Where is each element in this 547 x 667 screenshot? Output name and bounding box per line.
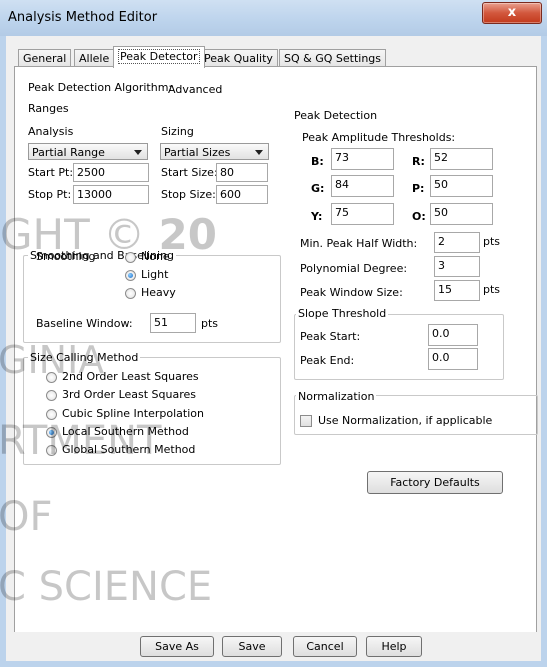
analysis-label: Analysis xyxy=(28,125,74,138)
threshold-b-field[interactable]: 73 xyxy=(331,148,394,170)
peak-start-label: Peak Start: xyxy=(300,330,361,343)
analysis-range-value: Partial Range xyxy=(32,146,105,159)
peak-end-label: Peak End: xyxy=(300,354,355,367)
watermark-line-2: GINIA xyxy=(0,338,105,382)
sizing-value: Partial Sizes xyxy=(164,146,231,159)
size-calling-3rd-order-radio[interactable] xyxy=(46,390,57,401)
baseline-window-unit: pts xyxy=(201,317,219,330)
threshold-o-field[interactable]: 50 xyxy=(430,203,493,225)
save-as-button[interactable]: Save As xyxy=(140,636,214,657)
window-size-label: Peak Window Size: xyxy=(300,286,403,299)
peak-start-field[interactable]: 0.0 xyxy=(428,324,478,346)
watermark-line-4: OF xyxy=(0,494,53,540)
tab-label: General xyxy=(23,52,67,65)
threshold-r-label: R: xyxy=(412,155,425,168)
min-half-width-field[interactable]: 2 xyxy=(434,232,480,253)
tab-peak-quality[interactable]: Peak Quality xyxy=(199,49,278,67)
tab-label: Peak Quality xyxy=(204,52,273,65)
baseline-window-field[interactable]: 51 xyxy=(150,313,196,333)
smoothing-light-radio[interactable] xyxy=(125,270,136,281)
start-pt-label: Start Pt: xyxy=(28,166,74,179)
min-half-width-unit: pts xyxy=(483,235,501,248)
size-calling-3rd-order-label: 3rd Order Least Squares xyxy=(62,388,197,401)
watermark-bold-text: 20 xyxy=(158,210,217,259)
factory-defaults-button[interactable]: Factory Defaults xyxy=(367,471,503,494)
ranges-label: Ranges xyxy=(28,102,69,115)
tab-allele[interactable]: Allele xyxy=(74,49,115,67)
stop-size-field[interactable]: 600 xyxy=(216,185,268,204)
tab-label: Peak Detector xyxy=(118,49,200,64)
threshold-g-field[interactable]: 84 xyxy=(331,175,394,197)
chevron-down-icon xyxy=(134,150,142,155)
watermark-line-1: GHT © 20 xyxy=(0,210,217,259)
peak-end-field[interactable]: 0.0 xyxy=(428,348,478,370)
normalization-checkbox[interactable] xyxy=(300,415,312,427)
cancel-button[interactable]: Cancel xyxy=(293,636,357,657)
window-size-field[interactable]: 15 xyxy=(434,280,480,301)
smoothing-light-label: Light xyxy=(141,268,169,281)
start-pt-field[interactable]: 2500 xyxy=(73,163,149,182)
window-frame-right xyxy=(541,36,547,667)
poly-degree-field[interactable]: 3 xyxy=(434,256,480,277)
watermark-line-3: RTMENT xyxy=(0,418,162,464)
smoothing-heavy-label: Heavy xyxy=(141,286,176,299)
baseline-window-label: Baseline Window: xyxy=(36,317,133,330)
smoothing-heavy-radio[interactable] xyxy=(125,288,136,299)
stop-pt-label: Stop Pt: xyxy=(28,188,72,201)
sizing-label: Sizing xyxy=(161,125,194,138)
tab-sq-gq-settings[interactable]: SQ & GQ Settings xyxy=(279,49,387,67)
algorithm-label: Peak Detection Algorithm: xyxy=(28,81,173,94)
start-size-field[interactable]: 80 xyxy=(216,163,268,182)
start-size-label: Start Size: xyxy=(161,166,218,179)
peak-detection-label: Peak Detection xyxy=(294,109,378,122)
save-button[interactable]: Save xyxy=(222,636,282,657)
tab-general[interactable]: General xyxy=(18,49,72,67)
window-frame-bottom xyxy=(0,661,547,667)
threshold-y-field[interactable]: 75 xyxy=(331,203,394,225)
amplitude-thresholds-label: Peak Amplitude Thresholds: xyxy=(302,131,456,144)
help-button[interactable]: Help xyxy=(366,636,422,657)
tab-label: Allele xyxy=(79,52,110,65)
threshold-y-label: Y: xyxy=(311,210,323,223)
threshold-b-label: B: xyxy=(311,155,324,168)
threshold-o-label: O: xyxy=(412,210,426,223)
sizing-dropdown[interactable]: Partial Sizes xyxy=(160,143,269,160)
stop-size-label: Stop Size: xyxy=(161,188,216,201)
normalization-checkbox-label: Use Normalization, if applicable xyxy=(318,414,493,427)
tab-peak-detector[interactable]: Peak Detector xyxy=(113,46,205,68)
poly-degree-label: Polynomial Degree: xyxy=(300,262,408,275)
slope-threshold-legend: Slope Threshold xyxy=(296,307,389,320)
close-button[interactable]: x xyxy=(482,2,542,24)
threshold-p-label: P: xyxy=(412,182,425,195)
threshold-r-field[interactable]: 52 xyxy=(430,148,493,170)
tab-label: SQ & GQ Settings xyxy=(284,52,382,65)
normalization-legend: Normalization xyxy=(296,390,377,403)
threshold-p-field[interactable]: 50 xyxy=(430,175,493,197)
window-size-unit: pts xyxy=(483,283,501,296)
algorithm-value: Advanced xyxy=(168,83,223,96)
window-title: Analysis Method Editor xyxy=(8,10,158,25)
threshold-g-label: G: xyxy=(311,182,325,195)
stop-pt-field[interactable]: 13000 xyxy=(73,185,149,204)
analysis-range-dropdown[interactable]: Partial Range xyxy=(28,143,148,160)
watermark-text: GHT © 20 xyxy=(0,210,217,259)
chevron-down-icon xyxy=(255,150,263,155)
min-half-width-label: Min. Peak Half Width: xyxy=(300,237,418,250)
title-bar: Analysis Method Editor x xyxy=(0,0,547,36)
watermark-line-5: C SCIENCE xyxy=(0,564,213,610)
